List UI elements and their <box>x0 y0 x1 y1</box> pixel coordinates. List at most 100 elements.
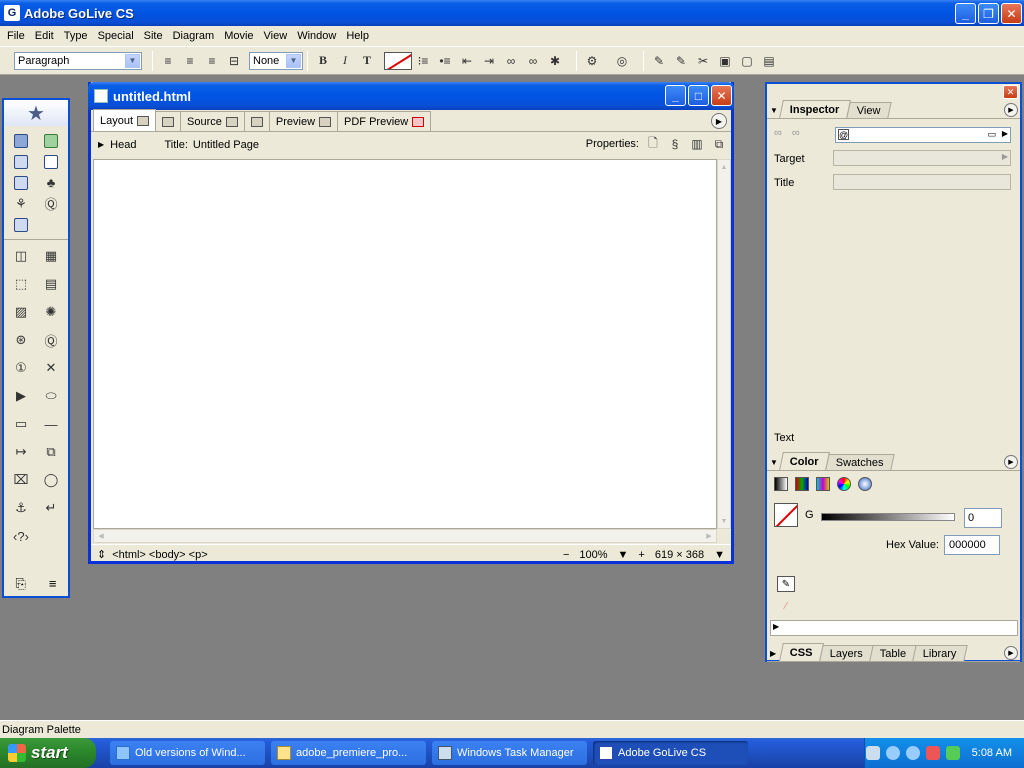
align-center-icon[interactable]: ≡ <box>179 51 201 71</box>
java-applet-icon[interactable]: ⬭ <box>36 382 66 410</box>
start-button[interactable]: start <box>0 738 96 768</box>
network-icon[interactable] <box>905 746 920 760</box>
scroll-up-icon[interactable]: ▲ <box>718 160 730 174</box>
window-size-menu-icon[interactable]: ▼ <box>714 549 725 561</box>
text-color-swatch[interactable] <box>384 51 412 70</box>
tab-swatches[interactable]: Swatches <box>825 454 895 470</box>
palette-smart-icon[interactable] <box>6 214 36 235</box>
collapse-triangle-icon[interactable]: ▼ <box>770 106 778 115</box>
table-object-icon[interactable]: ▤ <box>36 270 66 298</box>
doc-maximize-button[interactable]: □ <box>688 85 709 106</box>
vertical-scrollbar[interactable]: ▲ ▼ <box>717 159 731 529</box>
tab-source[interactable]: Source <box>180 111 245 131</box>
play-object-icon[interactable]: ▶ <box>6 382 36 410</box>
palette-floating-box-icon[interactable] <box>36 130 66 151</box>
palette-layout-grid-icon[interactable] <box>6 130 36 151</box>
align-right-icon[interactable]: ≡ <box>201 51 223 71</box>
tab-frame-editor[interactable] <box>155 111 182 131</box>
horizontal-scrollbar[interactable]: ◀ ▶ <box>93 529 717 543</box>
comment-icon[interactable]: ⌧ <box>6 466 36 494</box>
tab-css[interactable]: CSS <box>779 643 824 661</box>
paragraph-format-select[interactable]: Paragraph ▼ <box>14 51 142 70</box>
plugin-object-icon[interactable]: ✺ <box>36 298 66 326</box>
scroll-down-icon[interactable]: ▼ <box>718 514 730 528</box>
layout-text-box-icon[interactable]: ▦ <box>36 242 66 270</box>
horizontal-line-icon[interactable]: — <box>36 410 66 438</box>
menu-special[interactable]: Special <box>93 26 139 46</box>
zoom-in-button[interactable]: + <box>638 549 644 561</box>
layout-grid-object-icon[interactable]: ◫ <box>6 242 36 270</box>
palette-switch-icon[interactable]: ⎘ <box>16 576 26 592</box>
tab-layers[interactable]: Layers <box>818 645 874 661</box>
no-color-icon[interactable]: ⁄ <box>777 598 795 614</box>
scroll-right-icon[interactable]: ▶ <box>702 530 716 542</box>
palette-form-icon[interactable] <box>6 151 36 172</box>
url-field[interactable]: @ ▭ ▶ <box>835 127 1011 143</box>
layout-canvas[interactable] <box>93 159 717 529</box>
rgb-mode-icon[interactable] <box>795 477 809 491</box>
tab-outline[interactable] <box>243 111 270 131</box>
tab-color[interactable]: Color <box>779 452 830 470</box>
menu-file[interactable]: File <box>2 26 30 46</box>
palette-site-icon[interactable]: ♣ <box>36 172 66 193</box>
head-expand-icon[interactable]: ▶ <box>98 140 104 149</box>
site-tools-icon[interactable]: ⚙ <box>581 51 603 71</box>
marquee-icon[interactable]: ⧉ <box>36 438 66 466</box>
channel-value-input[interactable]: 0 <box>964 508 1002 528</box>
indent-icon[interactable]: ⇥ <box>478 51 500 71</box>
restore-button[interactable]: ❐ <box>978 3 999 24</box>
inspector-menu-icon[interactable]: ▶ <box>1004 103 1018 117</box>
window-size[interactable]: 619 × 368 <box>655 549 704 561</box>
menu-view[interactable]: View <box>259 26 293 46</box>
swf-object-icon[interactable]: ⊛ <box>6 326 36 354</box>
expand-icon[interactable]: ▶ <box>773 622 779 631</box>
group-icon[interactable]: ▣ <box>714 51 736 71</box>
tab-inspector[interactable]: Inspector <box>779 100 851 118</box>
unlink-icon[interactable]: ∞ <box>522 51 544 71</box>
menu-window[interactable]: Window <box>292 26 341 46</box>
markup-tree-icon[interactable]: ⇕ <box>97 548 106 561</box>
numbered-list-icon[interactable]: ⁝≡ <box>412 51 434 71</box>
scissors-icon[interactable]: ✂ <box>692 51 714 71</box>
ungroup-icon[interactable]: ▢ <box>736 51 758 71</box>
outdent-icon[interactable]: ⇤ <box>456 51 478 71</box>
quicktime-object-icon[interactable]: Ⓠ <box>36 326 66 354</box>
palette-menu-icon[interactable]: ≡ <box>49 576 57 592</box>
svg-object-icon[interactable]: ✕ <box>36 354 66 382</box>
clock[interactable]: 5:08 AM <box>972 747 1012 759</box>
target-menu-icon[interactable]: ▶ <box>1002 152 1008 161</box>
unknown-tag-icon[interactable]: ‹?› <box>6 522 36 550</box>
menu-movie[interactable]: Movie <box>219 26 258 46</box>
point-and-shoot-icon[interactable]: @ <box>838 129 849 140</box>
zoom-level[interactable]: 100% <box>579 549 607 561</box>
italic-button[interactable]: I <box>334 51 356 71</box>
panel-close-button[interactable]: ✕ <box>1003 85 1018 99</box>
palette-quicktime-icon[interactable]: Ⓠ <box>36 193 66 214</box>
timeline-icon[interactable]: ▥ <box>689 136 705 152</box>
tab-table[interactable]: Table <box>868 645 917 661</box>
monitor-icon[interactable] <box>945 746 960 760</box>
javascript-icon[interactable]: § <box>667 136 683 152</box>
cmyk-mode-icon[interactable] <box>816 477 830 491</box>
taskbar-item-task-manager[interactable]: Windows Task Manager <box>432 741 587 765</box>
bold-button[interactable]: B <box>312 51 334 71</box>
current-color-swatch[interactable] <box>774 503 798 527</box>
line-break-icon[interactable]: ↵ <box>36 494 66 522</box>
back-arrow-icon[interactable] <box>885 746 900 760</box>
document-options-icon[interactable]: ▶ <box>711 113 727 129</box>
floating-box-object-icon[interactable]: ⬚ <box>6 270 36 298</box>
menu-help[interactable]: Help <box>341 26 374 46</box>
menu-diagram[interactable]: Diagram <box>168 26 220 46</box>
align-left-icon[interactable]: ≡ <box>157 51 179 71</box>
target-field[interactable]: ▶ <box>833 150 1011 166</box>
alignment-menu-icon[interactable]: ⊟ <box>223 51 245 71</box>
security-alert-icon[interactable] <box>925 746 940 760</box>
arrange-icon[interactable]: ▤ <box>758 51 780 71</box>
taskbar-item-folder[interactable]: adobe_premiere_pro... <box>271 741 426 765</box>
anchor-icon[interactable]: ⚓ <box>6 494 36 522</box>
color-menu-icon[interactable]: ▶ <box>1004 455 1018 469</box>
menu-site[interactable]: Site <box>139 26 168 46</box>
preview-in-browser-icon[interactable]: ◎ <box>611 51 633 71</box>
taskbar-item-golive[interactable]: Adobe GoLive CS <box>593 741 748 765</box>
css-editor-icon[interactable]: ⧉ <box>711 136 727 152</box>
